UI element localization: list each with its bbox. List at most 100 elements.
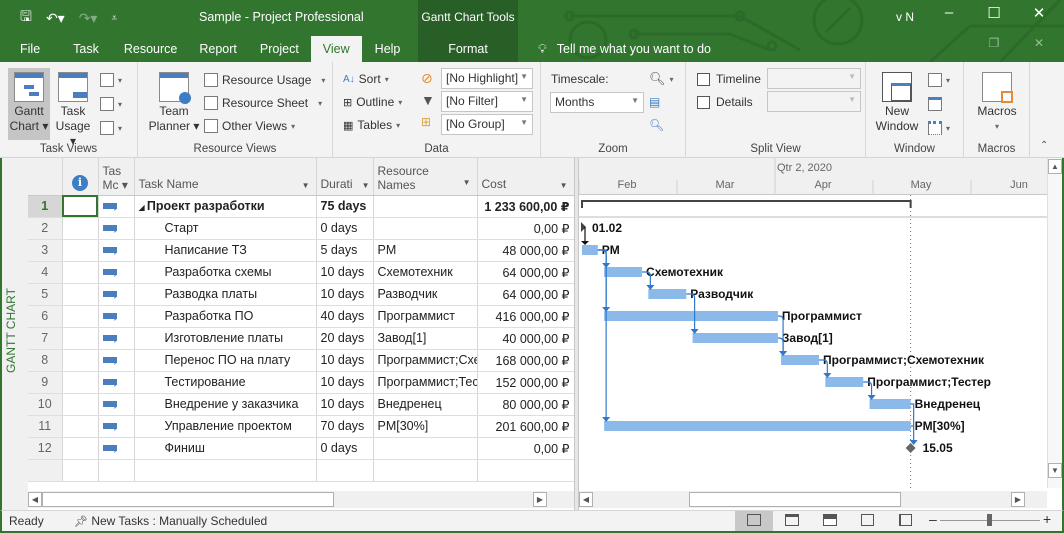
task-bar[interactable] — [648, 289, 687, 299]
minimize-button[interactable]: – — [934, 4, 964, 21]
cost-cell[interactable]: 1 233 600,00 ₽ — [477, 195, 575, 218]
indicators-cell[interactable] — [62, 371, 99, 394]
resource-names-cell[interactable]: Программист;Схемотехник — [373, 349, 478, 372]
duration-cell[interactable]: 20 days — [316, 327, 374, 350]
task-mode-cell[interactable] — [98, 437, 135, 460]
details-checkbox[interactable]: Details — [697, 95, 753, 109]
tab-report[interactable]: Report — [188, 36, 248, 62]
task-name-cell[interactable]: Перенос ПО на плату — [134, 349, 317, 372]
collapse-toggle-icon[interactable]: ◢ — [139, 203, 147, 212]
tab-project[interactable]: Project — [248, 36, 311, 62]
row-number[interactable]: 9 — [28, 371, 63, 394]
tab-help[interactable]: Help — [362, 36, 414, 62]
filter-dropdown[interactable]: [No Filter] ▼ — [441, 91, 533, 112]
cost-cell[interactable]: 416 000,00 ₽ — [477, 305, 575, 328]
tab-view[interactable]: View — [310, 36, 362, 62]
row-number[interactable]: 10 — [28, 393, 63, 416]
resource-names-cell[interactable]: Схемотехник — [373, 261, 478, 284]
cost-cell[interactable]: 64 000,00 ₽ — [477, 261, 575, 284]
sort-arrow-icon[interactable]: ▼ — [463, 176, 471, 190]
selected-tasks-button[interactable]: 🔍︎ — [649, 115, 664, 135]
timeline-checkbox[interactable]: Timeline — [697, 72, 761, 86]
other-views-button[interactable]: Other Views ▾ — [204, 116, 295, 136]
indicators-cell[interactable] — [62, 305, 99, 328]
task-bar[interactable] — [781, 355, 819, 365]
empty-cell[interactable] — [134, 459, 317, 482]
row-number[interactable]: 6 — [28, 305, 63, 328]
view-bar[interactable]: GANTT CHART — [2, 158, 28, 510]
resource-names-cell[interactable]: PM[30%] — [373, 415, 478, 438]
highlight-dropdown[interactable]: [No Highlight] ▼ — [441, 68, 533, 89]
table-row[interactable]: 4 Разработка схемы10 daysСхемотехник64 00… — [28, 261, 575, 284]
task-name-cell[interactable]: Разводка платы — [134, 283, 317, 306]
duration-cell[interactable]: 10 days — [316, 349, 374, 372]
network-diagram-button[interactable]: ▾ — [100, 70, 122, 90]
zoom-button[interactable]: 🔍︎ ▾ — [649, 69, 674, 89]
task-bar[interactable] — [825, 377, 864, 387]
new-window-button[interactable]: New Window — [872, 68, 922, 134]
resource-names-cell[interactable] — [373, 217, 478, 240]
team-planner-view-icon[interactable] — [823, 514, 837, 526]
team-planner-button[interactable]: Team Planner ▾ — [146, 68, 202, 134]
empty-cell[interactable] — [373, 459, 478, 482]
empty-cell[interactable] — [28, 459, 63, 482]
task-mode-cell[interactable] — [98, 261, 135, 284]
tables-button[interactable]: ▦ Tables ▾ — [343, 115, 400, 135]
task-name-cell[interactable]: Старт — [134, 217, 317, 240]
sort-arrow-icon[interactable]: ▼ — [302, 181, 310, 190]
duration-cell[interactable]: 0 days — [316, 217, 374, 240]
table-row[interactable]: 12 Финиш0 days 0,00 ₽ — [28, 437, 575, 460]
indicators-cell[interactable] — [62, 327, 99, 350]
new-tasks-mode[interactable]: 📌︎ New Tasks : Manually Scheduled — [74, 514, 267, 528]
resource-names-cell[interactable] — [373, 195, 478, 218]
reports-view-icon[interactable] — [899, 514, 912, 526]
vertical-scrollbar[interactable]: ▲ ▼ — [1047, 158, 1062, 488]
calendar-view-button[interactable]: ▾ — [100, 94, 122, 114]
cost-cell[interactable]: 48 000,00 ₽ — [477, 239, 575, 262]
outline-button[interactable]: ⊞ Outline ▾ — [343, 92, 402, 112]
task-mode-cell[interactable] — [98, 305, 135, 328]
scroll-up-button[interactable]: ▲ — [1048, 159, 1062, 174]
table-row[interactable]: 9 Тестирование10 daysПрограммист;Тестер15… — [28, 371, 575, 394]
row-number[interactable]: 1 — [28, 195, 63, 218]
empty-cell[interactable] — [98, 459, 135, 482]
maximize-button[interactable]: ☐ — [979, 4, 1009, 22]
task-name-cell[interactable]: ◢ Проект разработки — [134, 195, 317, 218]
switch-windows-button[interactable]: ▾ — [928, 118, 950, 138]
scroll-left-button[interactable]: ◀ — [28, 492, 42, 507]
table-row[interactable]: 10 Внедрение у заказчика10 daysВнедренец8… — [28, 393, 575, 416]
cost-cell[interactable]: 0,00 ₽ — [477, 437, 575, 460]
task-mode-cell[interactable] — [98, 195, 135, 218]
task-name-cell[interactable]: Изготовление платы — [134, 327, 317, 350]
zoom-in-button[interactable]: + — [1043, 511, 1051, 527]
indicators-cell[interactable] — [62, 437, 99, 460]
finish-milestone[interactable] — [905, 443, 916, 453]
table-row[interactable]: 7 Изготовление платы20 daysЗавод[1]40 000… — [28, 327, 575, 350]
sort-button[interactable]: A↓ Sort ▾ — [343, 69, 389, 89]
column-header-task-mode[interactable]: Tas Mc ▾ — [98, 158, 135, 196]
resource-names-cell[interactable]: Программист;Тестер — [373, 371, 478, 394]
row-number[interactable]: 4 — [28, 261, 63, 284]
table-row[interactable]: 5 Разводка платы10 daysРазводчик64 000,00… — [28, 283, 575, 306]
indicators-cell[interactable] — [62, 349, 99, 372]
task-bar[interactable] — [582, 245, 598, 255]
zoom-out-button[interactable]: – — [929, 511, 937, 527]
duration-cell[interactable]: 10 days — [316, 371, 374, 394]
timeline-view-dropdown[interactable]: ▼ — [767, 68, 861, 89]
duration-cell[interactable]: 70 days — [316, 415, 374, 438]
save-icon[interactable]: 🖫 — [20, 6, 32, 30]
task-bar[interactable] — [604, 421, 911, 431]
row-number[interactable]: 11 — [28, 415, 63, 438]
tell-me-search[interactable]: 💡︎ Tell me what you want to do — [538, 42, 711, 57]
entire-project-button[interactable]: ▤ — [649, 92, 660, 112]
task-mode-cell[interactable] — [98, 283, 135, 306]
task-name-cell[interactable]: Внедрение у заказчика — [134, 393, 317, 416]
task-mode-cell[interactable] — [98, 393, 135, 416]
scroll-right-button[interactable]: ▶ — [533, 492, 547, 507]
task-name-cell[interactable]: Финиш — [134, 437, 317, 460]
column-header-indicators[interactable]: i — [62, 158, 99, 196]
group-dropdown[interactable]: [No Group] ▼ — [441, 114, 533, 135]
task-name-cell[interactable]: Разработка схемы — [134, 261, 317, 284]
task-bar[interactable] — [692, 333, 778, 343]
column-header-task-name[interactable]: Task Name ▼ — [134, 158, 317, 196]
